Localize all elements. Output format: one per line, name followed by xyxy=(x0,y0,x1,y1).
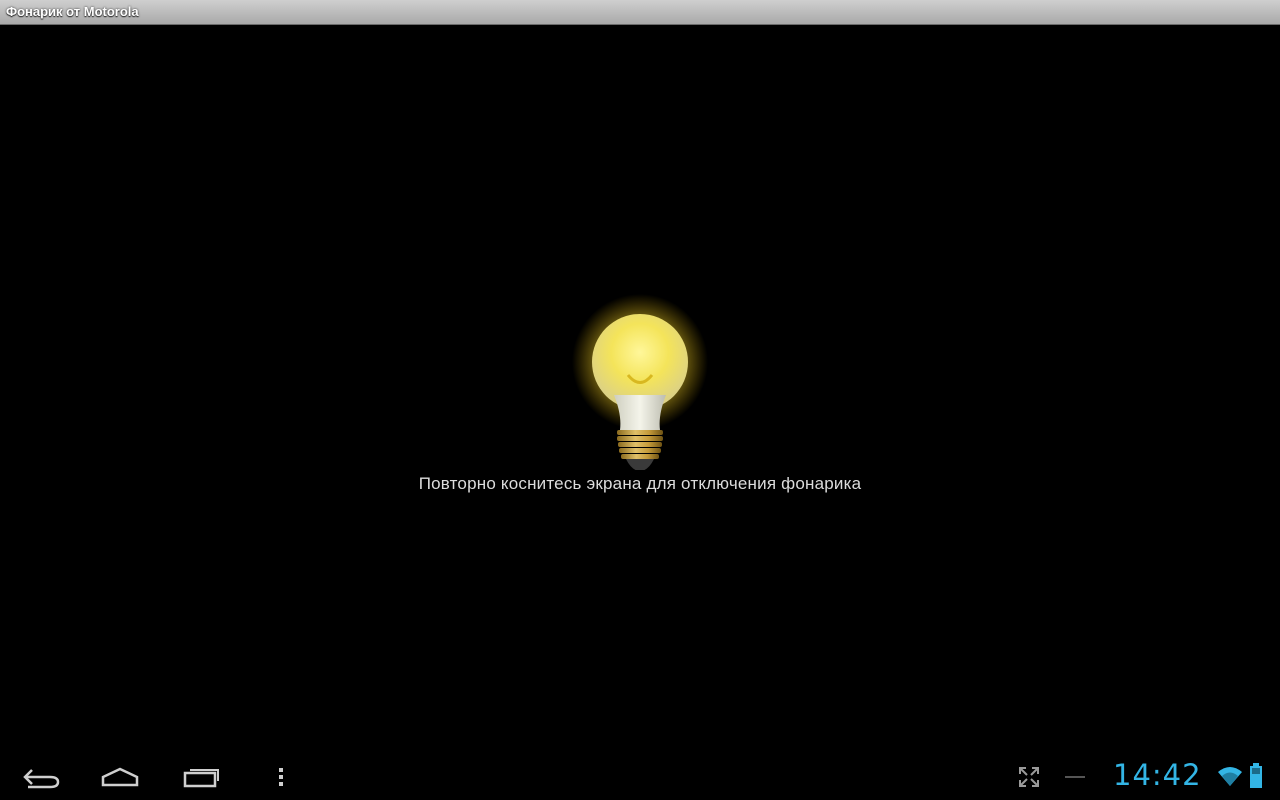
turn-off-hint: Повторно коснитесь экрана для отключения… xyxy=(418,474,862,493)
app-screen: Фонарик от Motorola Повторно коснитесь э… xyxy=(0,0,1280,800)
system-navigation-bar: 14:42 xyxy=(0,750,1280,800)
back-icon[interactable] xyxy=(16,760,64,794)
lightbulb-on-icon[interactable] xyxy=(570,290,710,471)
overflow-menu-icon[interactable] xyxy=(257,760,305,794)
recent-apps-icon[interactable] xyxy=(176,760,224,794)
window-title-bar: Фонарик от Motorola xyxy=(0,0,1280,25)
wifi-icon xyxy=(1216,764,1244,788)
expand-icon[interactable] xyxy=(1005,760,1053,794)
status-clock[interactable]: 14:42 xyxy=(1113,758,1202,792)
notification-dash-icon[interactable] xyxy=(1051,760,1099,794)
flashlight-touch-area[interactable]: Повторно коснитесь экрана для отключения… xyxy=(0,25,1280,750)
window-title: Фонарик от Motorola xyxy=(6,4,139,19)
home-icon[interactable] xyxy=(96,760,144,794)
battery-icon xyxy=(1249,763,1263,789)
